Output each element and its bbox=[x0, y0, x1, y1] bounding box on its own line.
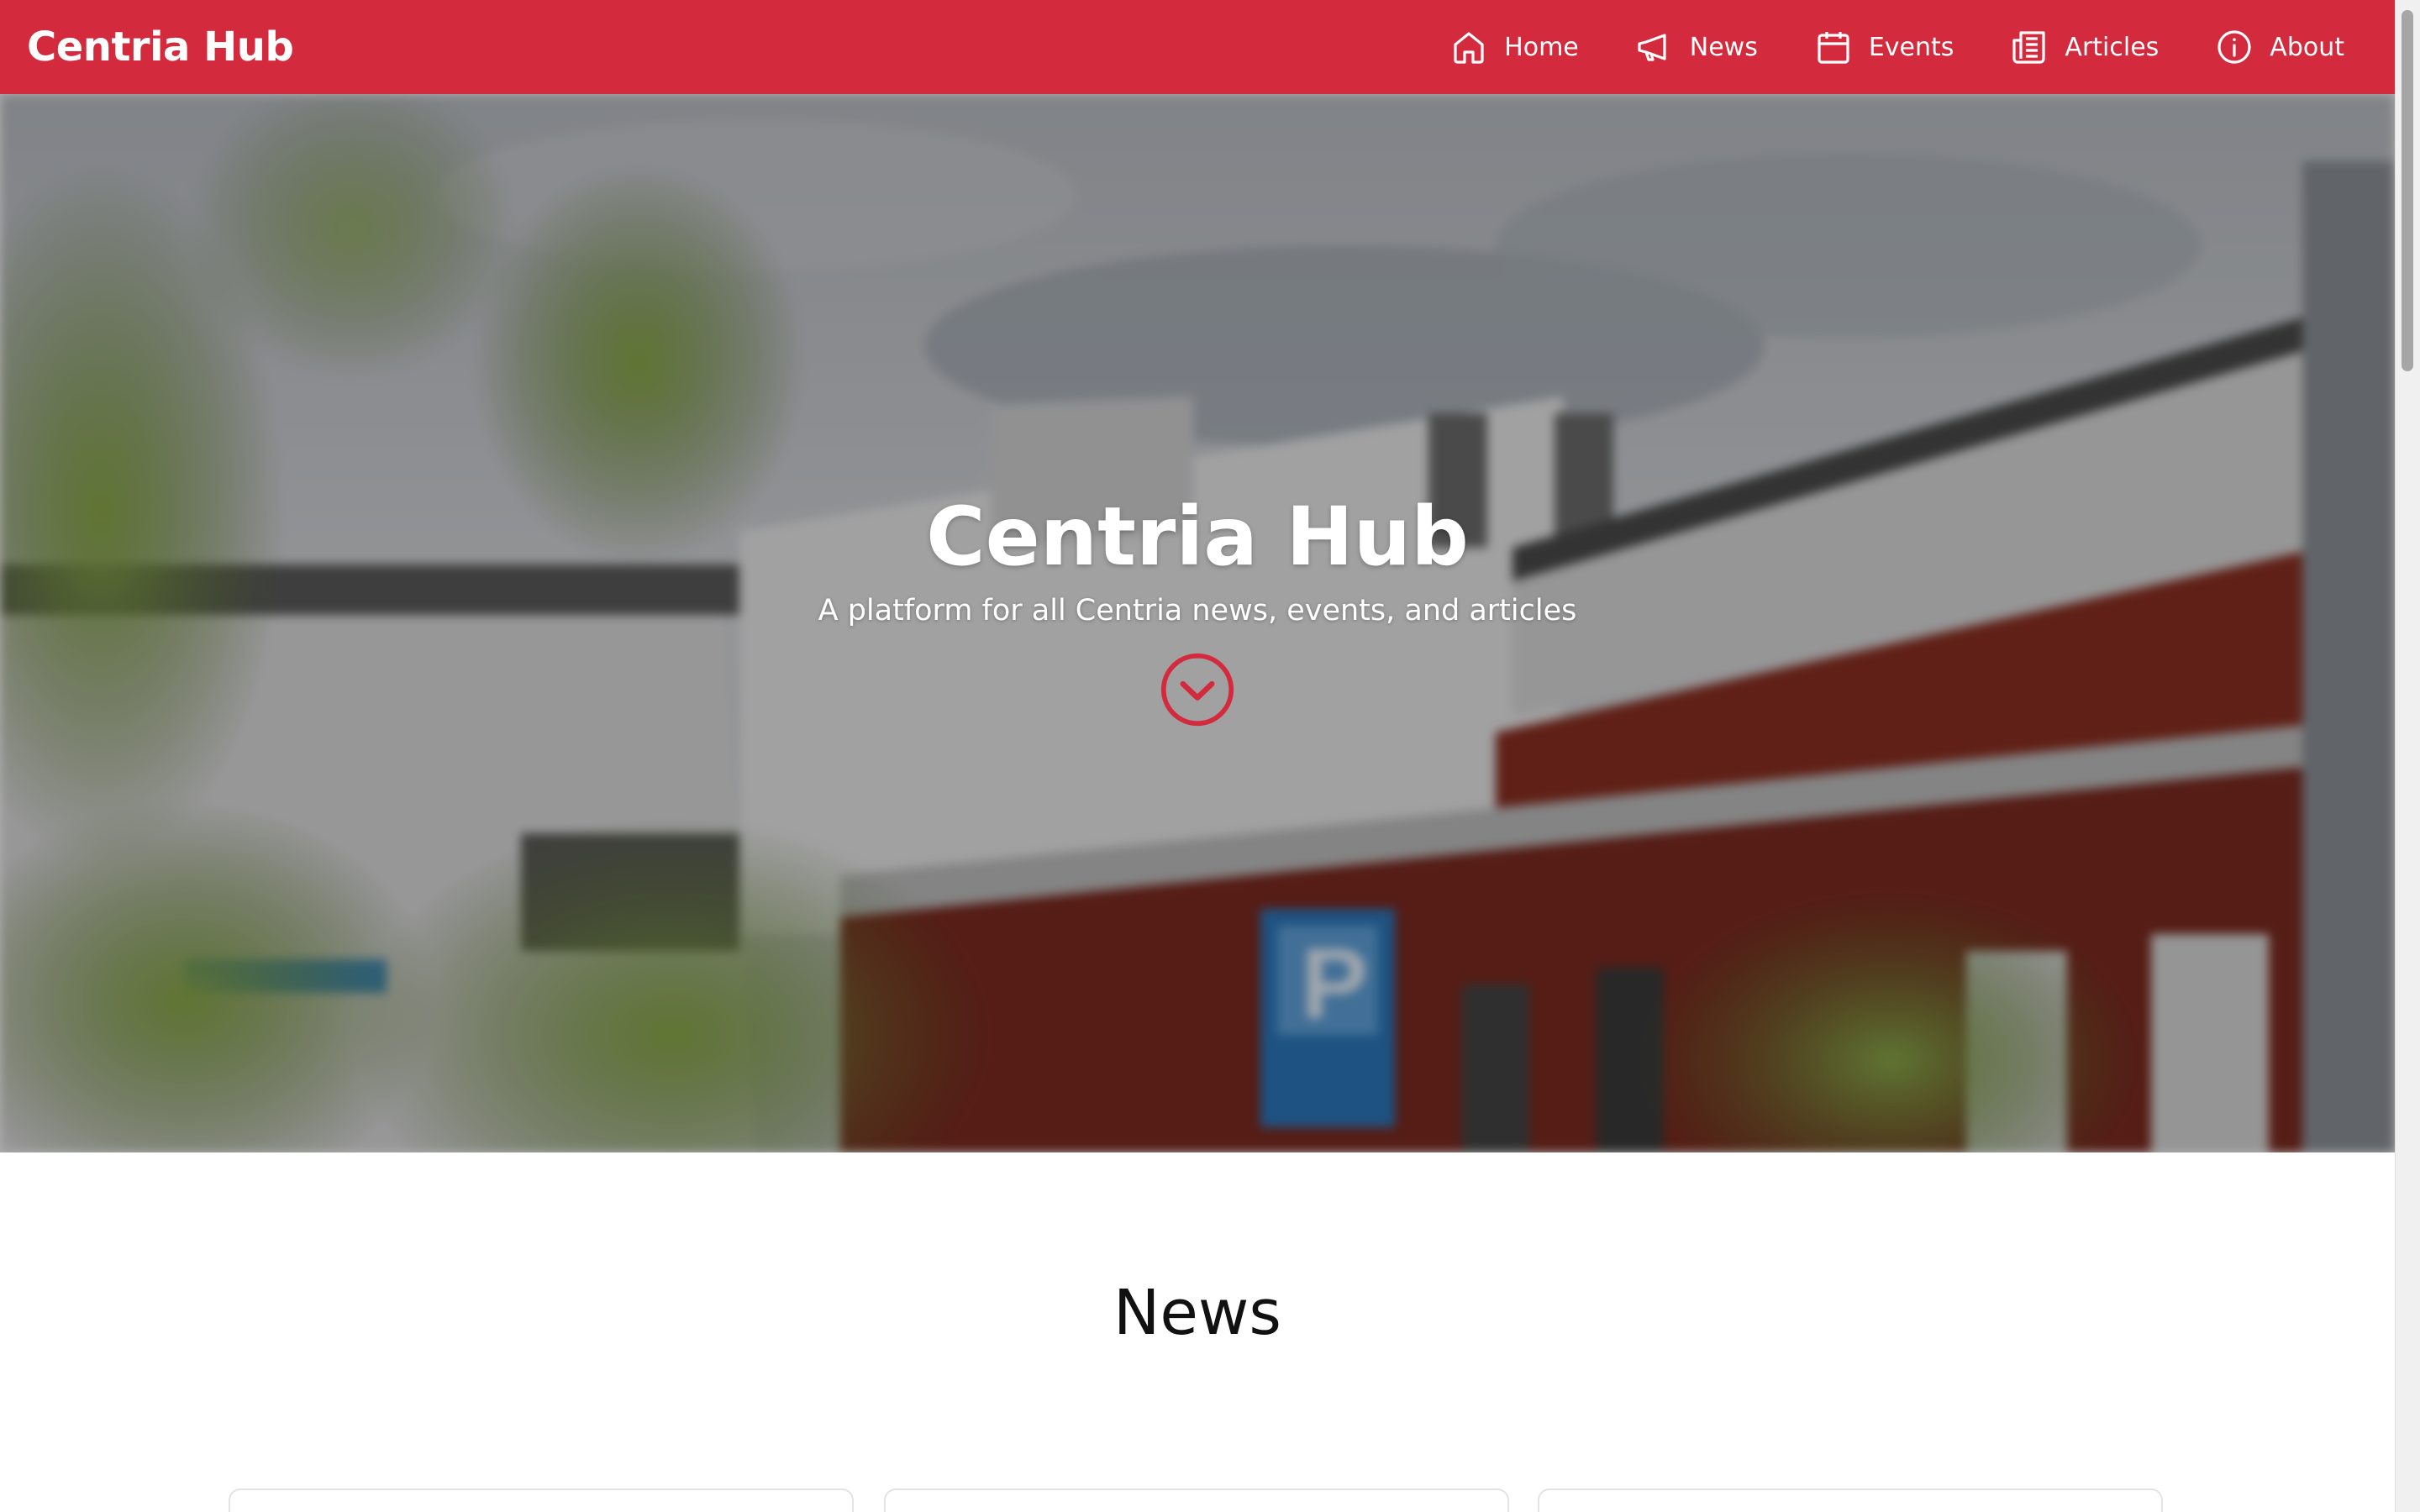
nav-about-link[interactable]: About bbox=[2214, 27, 2344, 67]
brand-logo-link[interactable]: Centria Hub bbox=[27, 24, 294, 71]
hero-subtitle: A platform for all Centria news, events,… bbox=[818, 594, 1577, 628]
chevron-down-circle-icon bbox=[1160, 654, 1234, 727]
nav-home-link[interactable]: Home bbox=[1449, 27, 1579, 67]
nav-articles-link[interactable]: Articles bbox=[2009, 27, 2159, 67]
nav-links: Home News Events Articles About bbox=[1393, 27, 2344, 67]
nav-events-link[interactable]: Events bbox=[1813, 27, 1954, 67]
calendar-icon bbox=[1813, 27, 1854, 67]
nav-news-link[interactable]: News bbox=[1634, 27, 1758, 67]
news-card[interactable] bbox=[229, 1488, 854, 1512]
megaphone-icon bbox=[1634, 27, 1675, 67]
news-card[interactable] bbox=[1538, 1488, 2163, 1512]
scroll-down-button[interactable] bbox=[1159, 651, 1236, 728]
top-navbar: Centria Hub Home News Events Articles Ab… bbox=[0, 0, 2395, 94]
news-section-title: News bbox=[1113, 1277, 1281, 1349]
page: Centria Hub Home News Events Articles Ab… bbox=[0, 0, 2395, 1512]
info-icon bbox=[2214, 27, 2254, 67]
hero-title: Centria Hub bbox=[926, 490, 1469, 584]
home-icon bbox=[1449, 27, 1489, 67]
page-scrollbar[interactable] bbox=[2395, 0, 2420, 1512]
news-card[interactable] bbox=[884, 1488, 1509, 1512]
newspaper-icon bbox=[2009, 27, 2049, 67]
nav-home-label: Home bbox=[1504, 32, 1579, 62]
nav-articles-label: Articles bbox=[2065, 32, 2160, 62]
nav-events-label: Events bbox=[1868, 32, 1954, 62]
nav-news-label: News bbox=[1689, 32, 1758, 62]
hero-content: Centria Hub A platform for all Centria n… bbox=[0, 489, 2395, 728]
scrollbar-thumb[interactable] bbox=[2402, 10, 2413, 371]
hero-section: P Centria Hub A platform for all Centria… bbox=[0, 94, 2395, 1152]
nav-about-label: About bbox=[2270, 32, 2344, 62]
